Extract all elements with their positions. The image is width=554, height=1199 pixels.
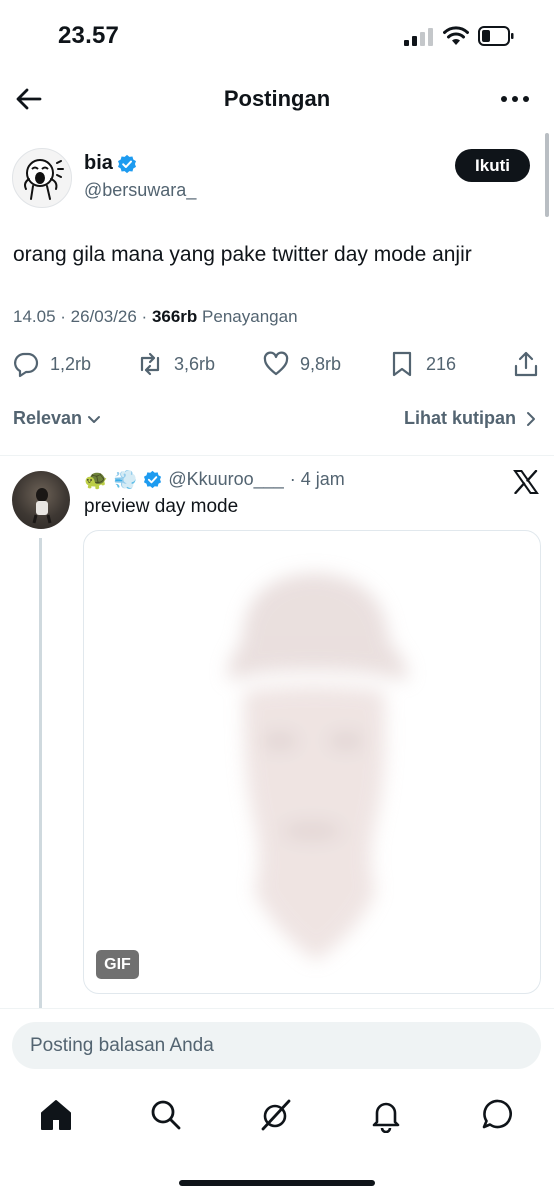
verified-badge-icon — [144, 470, 162, 489]
reply-handle[interactable]: @Kkuuroo___ — [168, 469, 283, 490]
reply-input[interactable] — [12, 1022, 541, 1069]
reply-text: preview day mode — [84, 496, 239, 517]
author-name[interactable]: bia — [84, 152, 113, 175]
reply-icon — [14, 352, 39, 378]
reply-media-gif[interactable] — [83, 530, 541, 994]
gif-frame-image — [227, 573, 408, 961]
view-quotes-link[interactable]: Lihat kutipan — [404, 408, 538, 429]
sort-dropdown[interactable]: Relevan — [13, 408, 102, 429]
reply-avatar[interactable] — [12, 471, 70, 529]
post-meta: 14.05 · 26/03/26 · 366rb Penayangan — [13, 307, 298, 327]
views-count: 366rb — [151, 307, 198, 326]
cellular-signal-icon — [404, 28, 433, 46]
verified-badge-icon — [118, 154, 136, 174]
share-icon — [514, 351, 538, 377]
home-indicator — [179, 1180, 375, 1186]
sort-label: Relevan — [13, 408, 83, 428]
like-count: 9,8rb — [300, 353, 342, 374]
reply-author-emoji: 🐢 💨 — [84, 469, 138, 491]
home-icon[interactable] — [38, 1097, 74, 1133]
reply-action[interactable]: 1,2rb — [12, 350, 91, 378]
chevron-down-icon — [88, 415, 101, 423]
x-logo-icon[interactable] — [513, 470, 539, 494]
battery-icon — [478, 26, 514, 46]
heart-icon — [263, 351, 289, 376]
author-avatar[interactable] — [12, 148, 72, 208]
scrollbar[interactable] — [545, 133, 549, 217]
page-title: Postingan — [223, 86, 331, 111]
follow-button[interactable]: Ikuti — [455, 149, 530, 182]
reply-header: 🐢 💨 @Kkuuroo___ · 4 jam — [84, 468, 345, 491]
reply-time: · 4 jam — [289, 469, 345, 489]
post-timestamp: 14.05 · 26/03/26 · — [13, 307, 152, 326]
views-label: Penayangan — [202, 307, 298, 326]
bookmark-action[interactable]: 216 — [388, 350, 456, 378]
author-handle[interactable]: @bersuwara_ — [84, 180, 196, 201]
gif-badge: GIF — [96, 950, 139, 979]
bookmark-count: 216 — [426, 353, 457, 374]
bookmark-icon — [392, 351, 412, 377]
search-icon[interactable] — [148, 1097, 184, 1133]
repost-icon — [140, 352, 160, 376]
chevron-right-icon — [527, 411, 535, 426]
status-time: 23.57 — [58, 22, 120, 49]
more-options-icon[interactable] — [500, 94, 530, 104]
wifi-icon — [443, 26, 469, 45]
post-text: orang gila mana yang pake twitter day mo… — [13, 243, 472, 266]
divider — [0, 455, 554, 456]
thread-line — [39, 538, 42, 1008]
view-quotes-label: Lihat kutipan — [404, 408, 516, 428]
share-action[interactable] — [512, 350, 540, 378]
messages-icon[interactable] — [480, 1097, 516, 1133]
like-action[interactable]: 9,8rb — [262, 350, 341, 378]
repost-count: 3,6rb — [174, 353, 216, 374]
grok-icon[interactable] — [258, 1097, 294, 1133]
reply-count: 1,2rb — [50, 353, 92, 374]
repost-action[interactable]: 3,6rb — [136, 350, 215, 378]
notifications-icon[interactable] — [368, 1097, 404, 1133]
